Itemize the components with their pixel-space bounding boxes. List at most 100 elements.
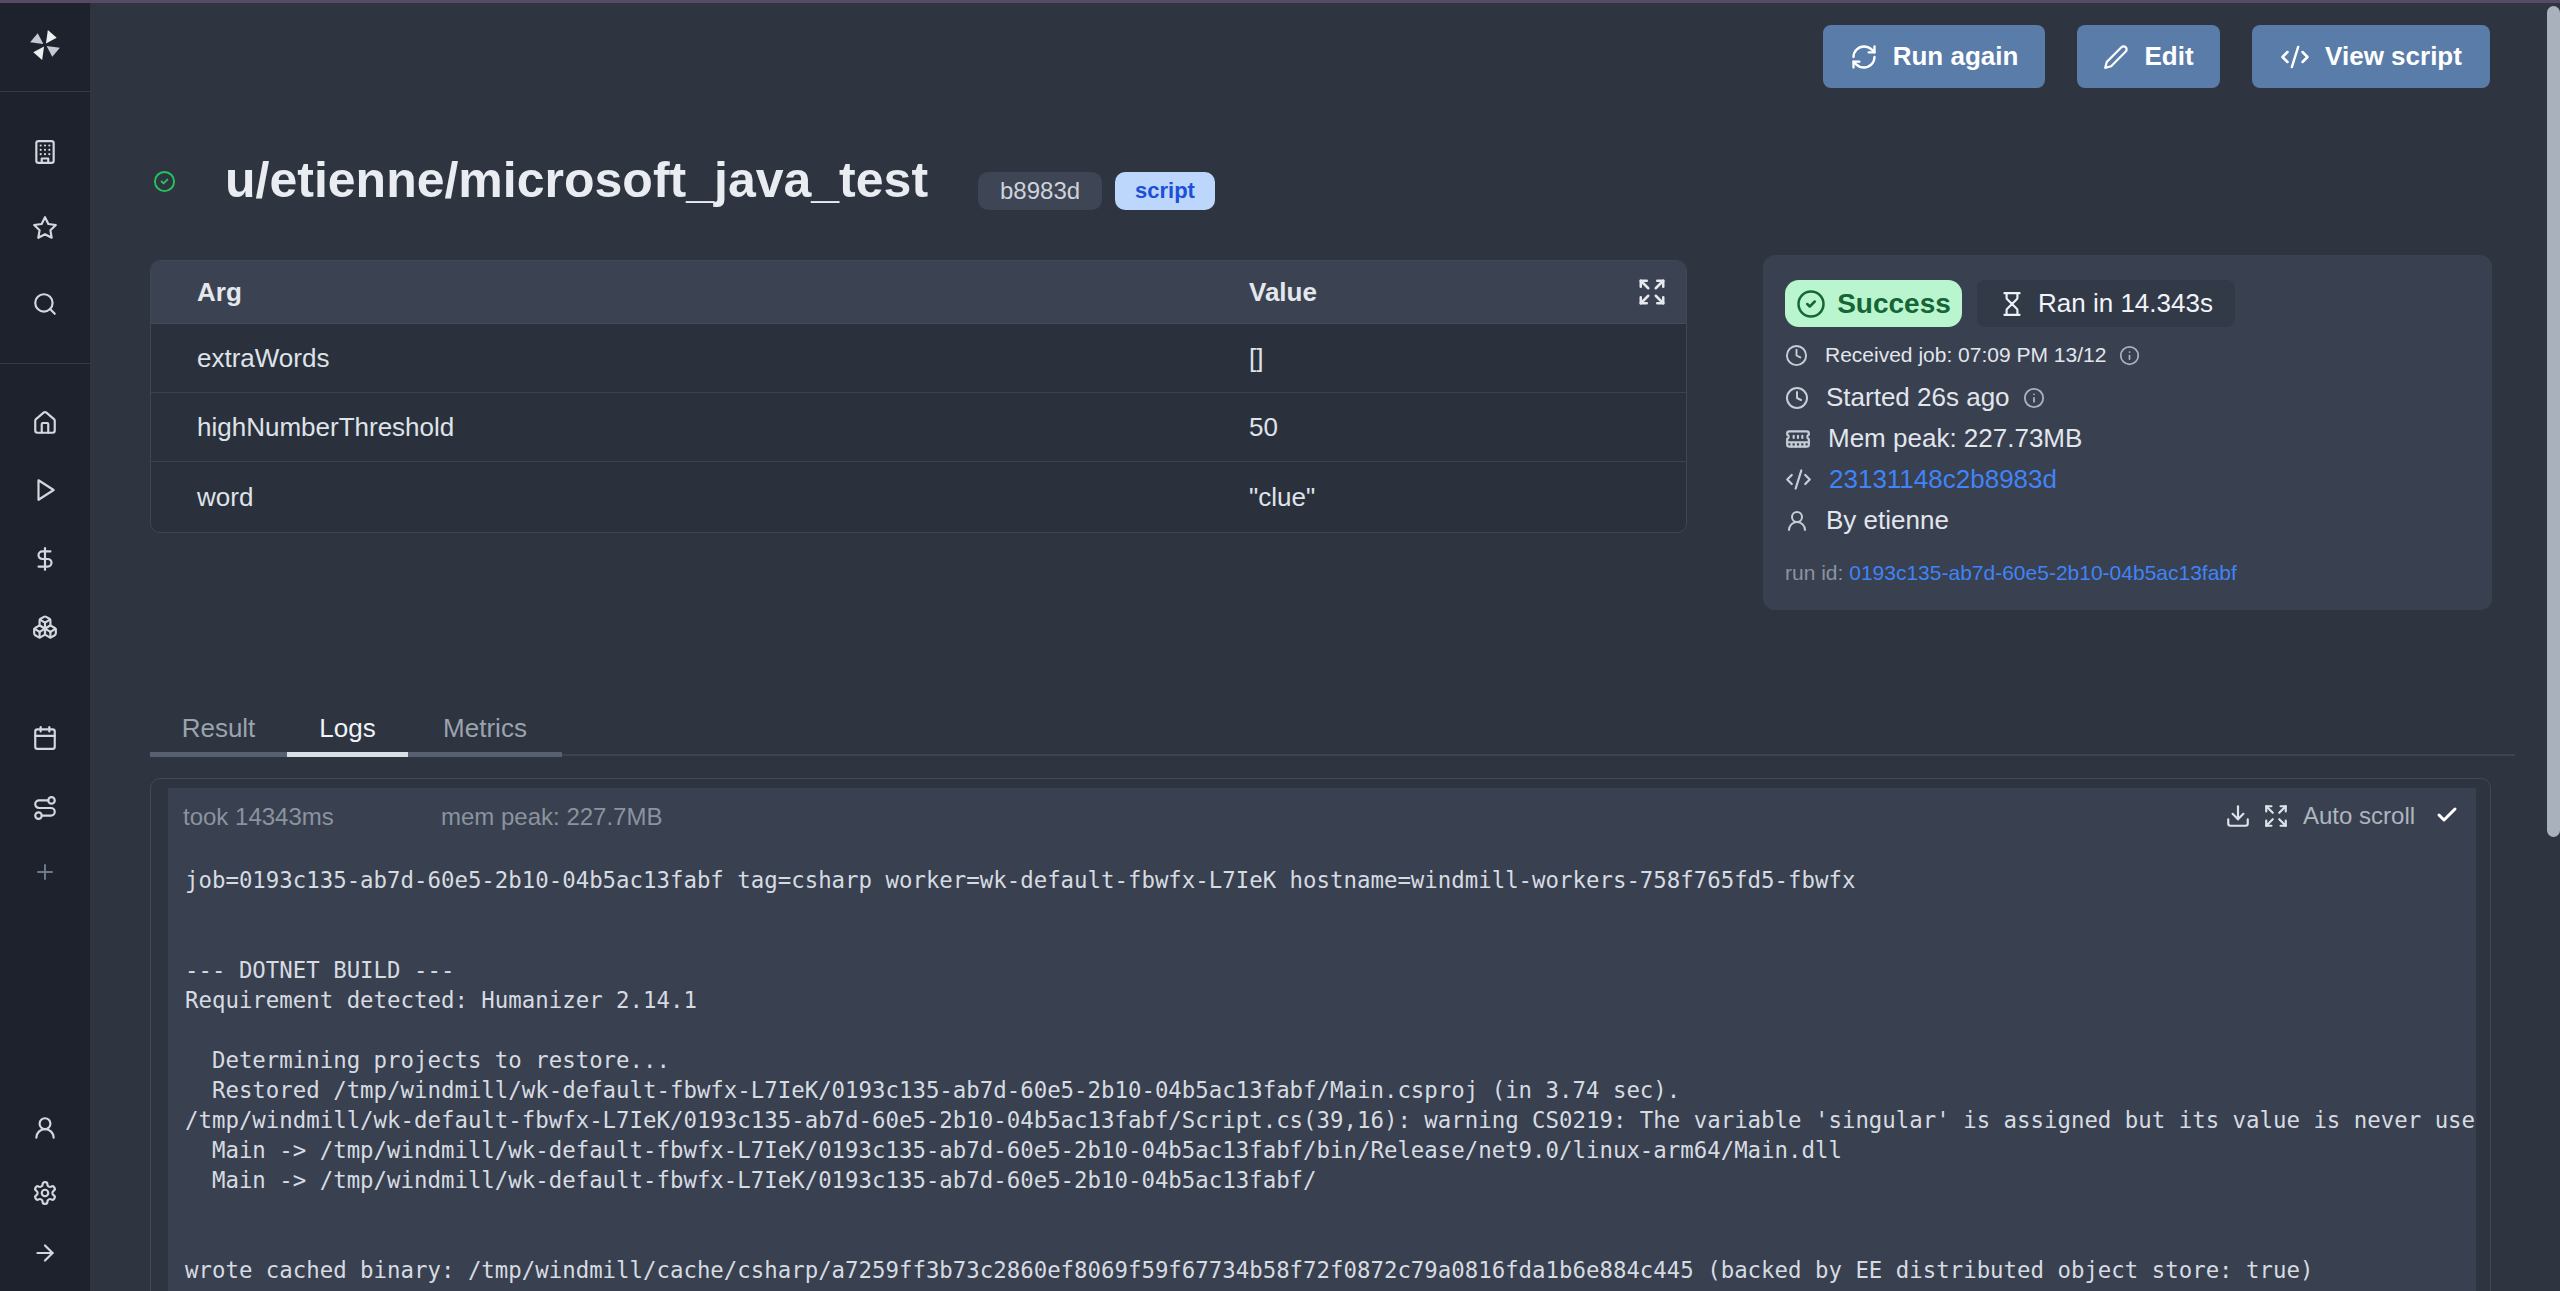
sidebar-item-add[interactable] [0,860,90,884]
hourglass-icon [1999,291,2025,317]
expand-args-button[interactable] [1637,277,1667,307]
mem-peak-label: Mem peak: 227.73MB [1828,423,2082,454]
arg-name: word [151,482,253,513]
log-header: took 14343ms mem peak: 227.7MB Auto scro… [168,788,2476,844]
sidebar-item-variables[interactable] [0,546,90,572]
check-circle-icon [1796,289,1826,319]
plus-icon [33,860,57,884]
received-row: Received job: 07:09 PM 13/12 [1785,343,2140,367]
page-title: u/etienne/microsoft_java_test [225,151,928,209]
building-icon [32,139,58,165]
play-icon [32,477,58,503]
star-icon [32,215,58,241]
script-badge[interactable]: script [1115,172,1215,210]
log-mem-peak-label: mem peak: 227.7MB [441,803,662,831]
tab-logs[interactable]: Logs [287,705,408,752]
status-success-icon [153,170,176,193]
sidebar-item-home[interactable] [0,410,90,436]
sidebar-item-favorites[interactable] [0,215,90,241]
mem-peak-row: Mem peak: 227.73MB [1785,423,2082,454]
args-table-row[interactable]: highNumberThreshold 50 [151,393,1686,462]
edit-label: Edit [2144,41,2193,72]
info-icon [2119,345,2140,366]
windmill-logo-icon [26,26,64,64]
expand-icon [1637,277,1667,307]
autoscroll-label: Auto scroll [2303,802,2415,830]
pencil-icon [2103,44,2129,70]
sidebar-item-search[interactable] [0,291,90,317]
run-again-label: Run again [1893,41,2019,72]
gear-icon [32,1180,58,1206]
run-id-label: run id: [1785,561,1843,584]
run-id-row: run id: 0193c135-ab7d-60e5-2b10-04b5ac13… [1785,561,2237,585]
memory-icon [1785,426,1811,452]
sidebar [0,0,90,1291]
by-row: By etienne [1785,505,1949,536]
user-icon [32,1115,58,1141]
sidebar-item-schedules[interactable] [0,725,90,751]
page-scrollbar[interactable] [2547,6,2560,837]
arg-value: "clue" [1249,482,1315,513]
sidebar-item-flows[interactable] [0,795,90,821]
edit-button[interactable]: Edit [2077,25,2220,88]
duration-chip: Ran in 14.343s [1977,280,2235,327]
run-id-link[interactable]: 0193c135-ab7d-60e5-2b10-04b5ac13fabf [1849,561,2237,584]
calendar-icon [32,725,58,751]
received-label: Received job: 07:09 PM 13/12 [1825,343,2106,367]
tab-result[interactable]: Result [150,705,287,752]
info-icon [2023,387,2045,409]
status-label: Success [1837,288,1951,320]
started-row: Started 26s ago [1785,382,2045,413]
job-info-panel: Success Ran in 14.343s Received job: 07:… [1763,255,2492,610]
clock-icon [1785,344,1808,367]
route-icon [32,795,58,821]
arg-value: 50 [1249,412,1278,443]
sidebar-item-workspace[interactable] [0,139,90,165]
download-log-button[interactable] [2225,803,2251,829]
top-accent-strip [0,0,2560,3]
started-label: Started 26s ago [1826,382,2010,413]
script-hash-link[interactable]: 23131148c2b8983d [1829,464,2057,495]
home-icon [32,410,58,436]
autoscroll-checkbox[interactable] [2435,803,2459,827]
sidebar-item-collapse[interactable] [0,1240,90,1266]
boxes-icon [32,614,58,640]
column-header-arg: Arg [151,277,242,308]
arrow-right-icon [32,1240,58,1266]
arg-name: highNumberThreshold [151,412,454,443]
view-script-label: View script [2325,41,2462,72]
by-label: By etienne [1826,505,1949,536]
code-icon [2280,42,2310,72]
view-script-button[interactable]: View script [2252,25,2490,88]
clock-icon [1785,386,1809,410]
expand-log-button[interactable] [2263,803,2289,829]
sidebar-item-account[interactable] [0,1115,90,1141]
sidebar-item-runs[interactable] [0,477,90,503]
dollar-icon [32,546,58,572]
sidebar-item-settings[interactable] [0,1180,90,1206]
script-hash-row: 23131148c2b8983d [1785,464,2057,495]
sidebar-item-resources[interactable] [0,614,90,640]
refresh-icon [1850,43,1878,71]
run-again-button[interactable]: Run again [1823,25,2045,88]
args-table-row[interactable]: extraWords [] [151,324,1686,393]
sidebar-logo[interactable] [0,26,90,64]
args-table-row[interactable]: word "clue" [151,462,1686,532]
code-icon [1785,466,1812,493]
duration-label: Ran in 14.343s [2038,288,2213,319]
tab-metrics[interactable]: Metrics [408,705,562,752]
tab-bar-border [562,754,2515,756]
expand-icon [2263,803,2289,829]
download-icon [2225,803,2251,829]
toolbar: Run again Edit View script [1823,25,2490,88]
tab-underline [408,752,562,757]
log-viewer[interactable]: took 14343ms mem peak: 227.7MB Auto scro… [168,788,2476,1291]
arg-value: [] [1249,343,1263,374]
sidebar-divider [0,91,90,92]
check-icon [2435,803,2459,827]
tab-bar: Result Logs Metrics [150,705,562,752]
hash-badge[interactable]: b8983d [978,172,1102,210]
log-content: job=0193c135-ab7d-60e5-2b10-04b5ac13fabf… [185,865,2476,1285]
user-icon [1785,509,1809,533]
sidebar-divider [0,363,90,364]
